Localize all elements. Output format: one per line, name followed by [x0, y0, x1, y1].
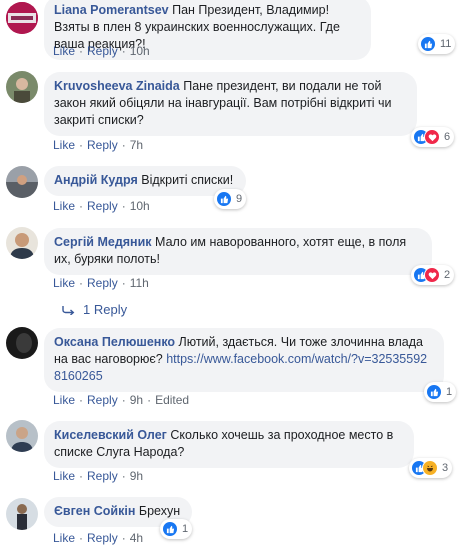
avatar[interactable]	[6, 166, 38, 198]
reactions-summary[interactable]: 2	[411, 265, 455, 285]
comment-author[interactable]: Андрій Кудря	[54, 173, 138, 187]
like-link[interactable]: Like	[53, 44, 75, 58]
reply-link[interactable]: Reply	[87, 469, 118, 483]
avatar-image	[6, 498, 38, 530]
reaction-count: 6	[444, 131, 451, 143]
like-link[interactable]: Like	[53, 469, 75, 483]
like-reaction-icon	[420, 36, 436, 52]
like-link[interactable]: Like	[53, 276, 75, 290]
reply-link[interactable]: Reply	[87, 393, 118, 407]
reactions-summary[interactable]: 1	[160, 519, 193, 539]
reply-link[interactable]: Reply	[87, 199, 118, 213]
comment-text: Відкриті списки!	[141, 173, 234, 187]
like-reaction-icon	[426, 384, 442, 400]
comment-text: Брехун	[138, 504, 181, 518]
timestamp[interactable]: 4h	[130, 531, 143, 545]
timestamp[interactable]: 7h	[130, 138, 143, 152]
avatar-image	[6, 166, 38, 198]
replies-count-label[interactable]: 1 Reply	[83, 302, 127, 317]
timestamp[interactable]: 11h	[130, 276, 149, 290]
avatar[interactable]	[6, 2, 38, 34]
comment-actions: Like · Reply · 10h	[53, 199, 150, 213]
comment-author[interactable]: Сергій Медяник	[54, 235, 152, 249]
love-reaction-icon	[424, 129, 440, 145]
reactions-summary[interactable]: 11	[418, 34, 456, 54]
reactions-summary[interactable]: 3	[409, 458, 453, 478]
reply-link[interactable]: Reply	[87, 138, 118, 152]
comment-bubble: Kruvosheeva Zinaida Пане президент, ви п…	[44, 72, 417, 136]
like-reaction-icon	[162, 521, 178, 537]
view-replies-link[interactable]: 1 Reply	[62, 302, 127, 317]
avatar[interactable]	[6, 498, 38, 530]
comment-author[interactable]: Оксана Пелюшенко	[54, 335, 175, 349]
like-reaction-icon	[216, 191, 232, 207]
avatar-image	[6, 227, 38, 259]
timestamp[interactable]: 9h	[130, 393, 143, 407]
comment-actions: Like · Reply · 10h	[53, 44, 150, 58]
reaction-count: 1	[446, 386, 453, 398]
avatar-image	[6, 2, 38, 34]
like-link[interactable]: Like	[53, 199, 75, 213]
comment-actions: Like · Reply · 9h	[53, 469, 144, 483]
like-link[interactable]: Like	[53, 393, 75, 407]
comment-bubble: Киселевский Олег Сколько хочешь за прохо…	[44, 421, 414, 468]
reply-link[interactable]: Reply	[87, 44, 118, 58]
edited-label[interactable]: Edited	[155, 393, 189, 407]
reactions-summary[interactable]: 9	[214, 189, 247, 209]
avatar-image	[6, 71, 38, 103]
comment-bubble: Сергій Медяник Мало им наворованного, хо…	[44, 228, 432, 275]
avatar-image	[6, 327, 38, 359]
reactions-summary[interactable]: 6	[411, 127, 455, 147]
reaction-count: 3	[442, 462, 449, 474]
reaction-count: 2	[444, 269, 451, 281]
reaction-count: 9	[236, 193, 243, 205]
timestamp[interactable]: 9h	[130, 469, 143, 483]
comment-bubble: Оксана Пелюшенко Лютий, здається. Чи тож…	[44, 328, 444, 392]
reaction-count: 11	[440, 38, 452, 50]
comment-author[interactable]: Kruvosheeva Zinaida	[54, 79, 180, 93]
haha-reaction-icon	[422, 460, 438, 476]
timestamp[interactable]: 10h	[130, 44, 150, 58]
avatar-image	[6, 420, 38, 452]
avatar[interactable]	[6, 227, 38, 259]
reply-arrow-icon	[62, 305, 75, 315]
comment-actions: Like · Reply · 7h	[53, 138, 144, 152]
reply-link[interactable]: Reply	[87, 531, 118, 545]
avatar[interactable]	[6, 327, 38, 359]
love-reaction-icon	[424, 267, 440, 283]
avatar[interactable]	[6, 420, 38, 452]
comment-actions: Like · Reply · 11h	[53, 276, 149, 290]
comment-author[interactable]: Киселевский Олег	[54, 428, 167, 442]
reaction-count: 1	[182, 523, 189, 535]
comment-author[interactable]: Євген Сойкін	[54, 504, 135, 518]
comment-author[interactable]: Liana Pomerantsev	[54, 3, 169, 17]
timestamp[interactable]: 10h	[130, 199, 150, 213]
reply-link[interactable]: Reply	[87, 276, 118, 290]
comment-actions: Like · Reply · 9h · Edited	[53, 393, 190, 407]
comment-actions: Like · Reply · 4h	[53, 531, 144, 545]
avatar[interactable]	[6, 71, 38, 103]
reactions-summary[interactable]: 1	[424, 382, 457, 402]
like-link[interactable]: Like	[53, 531, 75, 545]
like-link[interactable]: Like	[53, 138, 75, 152]
